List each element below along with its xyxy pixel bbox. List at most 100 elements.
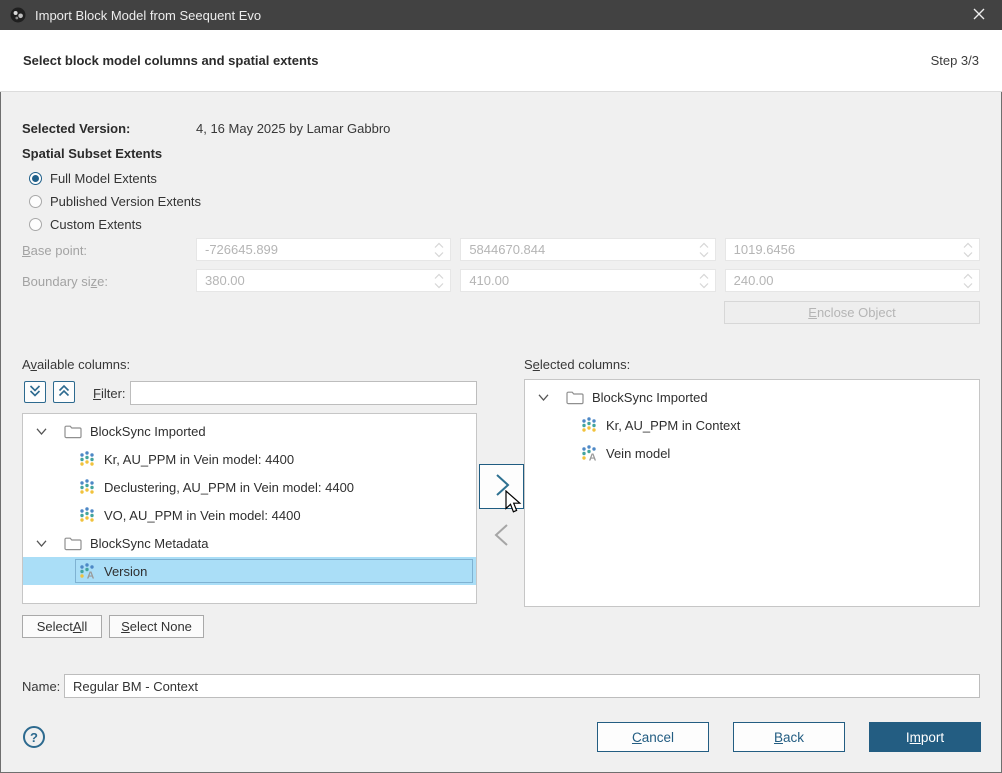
spinner-arrows-icon <box>693 272 715 290</box>
tree-row-content: BlockSync Imported <box>31 419 473 443</box>
spinbox-value: 380.00 <box>197 273 428 288</box>
spinbox-value: -726645.899 <box>197 242 428 257</box>
close-button[interactable] <box>956 0 1002 30</box>
selected-columns-tree[interactable]: BlockSync Imported Kr, AU_PPM in Context A… <box>524 379 980 607</box>
filter-input[interactable] <box>130 381 477 405</box>
radio-label: Custom Extents <box>50 217 142 232</box>
tree-folder-row[interactable]: BlockSync Imported <box>23 417 476 445</box>
base-point-spinrow: -726645.899 5844670.844 1019.6456 <box>196 238 980 261</box>
tree-item-row[interactable]: A Vein model <box>525 439 979 467</box>
available-columns-label: Available columns: <box>22 357 130 372</box>
radio-button[interactable] <box>29 195 42 208</box>
chevron-left-icon <box>489 522 515 551</box>
enclose-object-button: Enclose Object <box>724 301 980 324</box>
name-input[interactable] <box>64 674 980 698</box>
double-chevron-up-icon <box>56 383 72 402</box>
dialog-header: Select block model columns and spatial e… <box>0 30 1002 92</box>
spinbox-disabled: -726645.899 <box>196 238 451 261</box>
collapse-all-button[interactable] <box>53 381 75 403</box>
radio-label: Full Model Extents <box>50 171 157 186</box>
app-icon <box>10 7 26 23</box>
tree-item-label: BlockSync Metadata <box>90 536 209 551</box>
spinbox-value: 240.00 <box>726 273 957 288</box>
spinner-arrows-icon <box>693 241 715 259</box>
spinbox-disabled: 380.00 <box>196 269 451 292</box>
folder-icon <box>566 390 584 405</box>
radio-button[interactable] <box>29 172 42 185</box>
spinbox-value: 410.00 <box>461 273 692 288</box>
close-icon <box>972 7 986 24</box>
radio-label: Published Version Extents <box>50 194 201 209</box>
tree-item-label: BlockSync Imported <box>592 390 708 405</box>
tree-item-row[interactable]: Declustering, AU_PPM in Vein model: 4400 <box>23 473 476 501</box>
move-right-button[interactable] <box>479 464 524 509</box>
tree-row-content: Declustering, AU_PPM in Vein model: 4400 <box>75 475 473 499</box>
radio-full-model-extents[interactable]: Full Model Extents <box>29 169 157 187</box>
tree-item-row[interactable]: Kr, AU_PPM in Vein model: 4400 <box>23 445 476 473</box>
import-button[interactable]: Import <box>869 722 981 752</box>
svg-text:A: A <box>589 452 597 463</box>
tree-row-content: VO, AU_PPM in Vein model: 4400 <box>75 503 473 527</box>
tree-folder-row[interactable]: BlockSync Imported <box>525 383 979 411</box>
boundary-size-spinrow: 380.00 410.00 240.00 <box>196 269 980 292</box>
help-button[interactable]: ? <box>23 726 45 748</box>
selected-columns-label: Selected columns: <box>524 357 630 372</box>
spinner-arrows-icon <box>957 272 979 290</box>
expander-chevron-down-icon[interactable] <box>34 424 56 439</box>
step-indicator: Step 3/3 <box>931 53 979 68</box>
spinbox-disabled: 1019.6456 <box>725 238 980 261</box>
expand-all-button[interactable] <box>24 381 46 403</box>
spinbox-disabled: 5844670.844 <box>460 238 715 261</box>
spinbox-disabled: 240.00 <box>725 269 980 292</box>
spinner-arrows-icon <box>957 241 979 259</box>
numeric-column-icon <box>580 416 598 434</box>
tree-folder-row[interactable]: BlockSync Metadata <box>23 529 476 557</box>
tree-item-label: VO, AU_PPM in Vein model: 4400 <box>104 508 301 523</box>
expander-chevron-down-icon[interactable] <box>536 390 558 405</box>
tree-item-label: BlockSync Imported <box>90 424 206 439</box>
question-mark-icon: ? <box>30 730 38 745</box>
folder-icon <box>64 424 82 439</box>
name-label: Name: <box>22 679 60 694</box>
spinner-arrows-icon <box>428 272 450 290</box>
back-button[interactable]: Back <box>733 722 845 752</box>
radio-published-version-extents[interactable]: Published Version Extents <box>29 192 201 210</box>
numeric-column-icon <box>78 478 96 496</box>
tree-item-label: Kr, AU_PPM in Context <box>606 418 740 433</box>
selected-version-label: Selected Version: <box>22 121 130 136</box>
spinbox-disabled: 410.00 <box>460 269 715 292</box>
available-columns-tree[interactable]: BlockSync Imported Kr, AU_PPM in Vein mod… <box>22 413 477 604</box>
select-none-button[interactable]: Select None <box>109 615 204 638</box>
select-all-button[interactable]: Select All <box>22 615 102 638</box>
tree-item-label: Declustering, AU_PPM in Vein model: 4400 <box>104 480 354 495</box>
chevron-right-icon <box>489 472 515 501</box>
tree-row-content: Kr, AU_PPM in Vein model: 4400 <box>75 447 473 471</box>
page-title: Select block model columns and spatial e… <box>23 53 931 68</box>
category-column-icon: A <box>78 562 96 580</box>
tree-row-content: BlockSync Imported <box>533 385 976 409</box>
tree-row-content: AVersion <box>75 559 473 583</box>
move-left-button <box>479 514 524 559</box>
tree-item-row[interactable]: Kr, AU_PPM in Context <box>525 411 979 439</box>
radio-button[interactable] <box>29 218 42 231</box>
spinbox-value: 1019.6456 <box>726 242 957 257</box>
tree-item-label: Kr, AU_PPM in Vein model: 4400 <box>104 452 294 467</box>
expander-chevron-down-icon[interactable] <box>34 536 56 551</box>
cancel-button[interactable]: Cancel <box>597 722 709 752</box>
tree-item-label: Vein model <box>606 446 670 461</box>
tree-row-content: BlockSync Metadata <box>31 531 473 555</box>
import-block-model-dialog: Import Block Model from Seequent Evo Sel… <box>0 0 1002 773</box>
double-chevron-down-icon <box>27 383 43 402</box>
tree-row-content: A Vein model <box>577 441 976 465</box>
spinbox-value: 5844670.844 <box>461 242 692 257</box>
category-column-icon: A <box>580 444 598 462</box>
spinner-arrows-icon <box>428 241 450 259</box>
radio-custom-extents[interactable]: Custom Extents <box>29 215 142 233</box>
numeric-column-icon <box>78 506 96 524</box>
tree-item-row[interactable]: VO, AU_PPM in Vein model: 4400 <box>23 501 476 529</box>
tree-item-row[interactable]: AVersion <box>23 557 476 585</box>
svg-text:A: A <box>87 570 95 581</box>
base-point-label: Base point: <box>22 243 87 258</box>
folder-icon <box>64 536 82 551</box>
spatial-extents-section-label: Spatial Subset Extents <box>22 146 162 161</box>
